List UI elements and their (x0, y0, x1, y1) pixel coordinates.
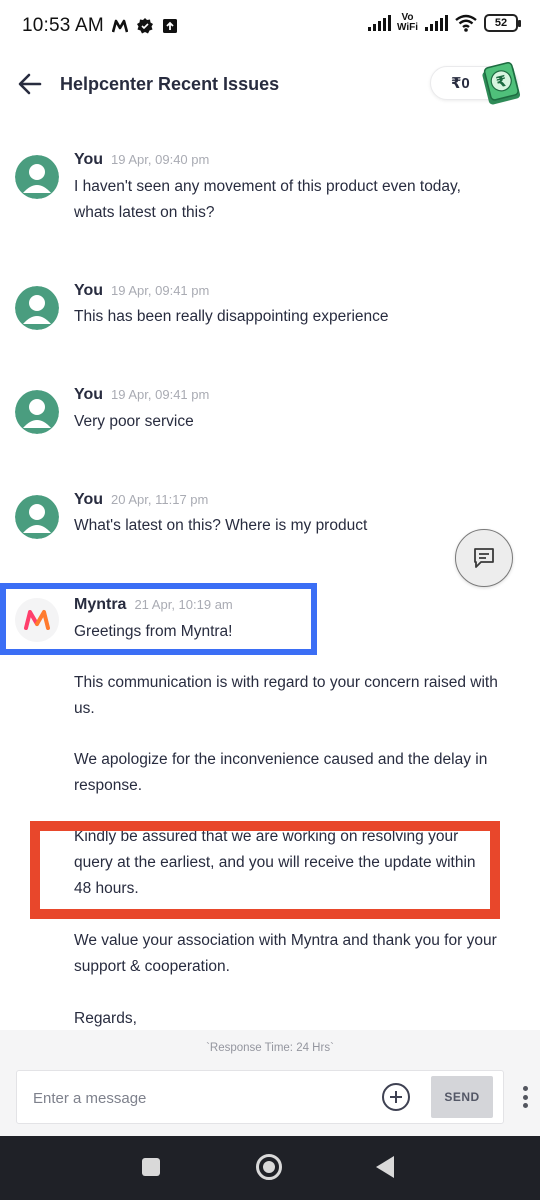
vowifi-label: Vo WiFi (396, 12, 418, 33)
message-composer: SEND (16, 1070, 504, 1125)
message-header: You 19 Apr, 09:41 pm (74, 282, 209, 300)
user-avatar-icon (15, 155, 59, 199)
user-avatar (15, 155, 59, 199)
message-time: 19 Apr, 09:41 pm (111, 387, 210, 402)
user-avatar (15, 390, 59, 434)
status-right-icons: Vo WiFi 52 (367, 12, 521, 33)
more-dot-icon (522, 1094, 528, 1100)
upload-icon (162, 19, 177, 33)
reply-header: Myntra 21 Apr, 10:19 am (74, 596, 233, 614)
message-text: This has been really disappointing exper… (74, 308, 389, 325)
plus-circle-icon (382, 1083, 410, 1111)
message-sender: You (74, 491, 104, 508)
signal-icon (367, 15, 391, 31)
more-options-button[interactable] (516, 1083, 534, 1111)
system-nav-bar (0, 1136, 540, 1200)
wifi-icon (455, 14, 477, 32)
status-bar: 10:53 AM Vo WiFi 52 (0, 0, 540, 52)
user-avatar (15, 495, 59, 539)
badge-icon (136, 18, 153, 34)
message-header: You 19 Apr, 09:41 pm (74, 386, 209, 404)
user-avatar (15, 286, 59, 330)
add-attachment-button[interactable] (381, 1082, 411, 1112)
back-button[interactable] (0, 56, 60, 112)
message-text: What's latest on this? Where is my produ… (74, 517, 368, 534)
more-dot-icon (522, 1086, 528, 1091)
message-time: 19 Apr, 09:40 pm (111, 152, 210, 167)
reply-paragraph: We apologize for the inconvenience cause… (74, 751, 488, 794)
reply-paragraph: This communication is with regard to you… (74, 674, 498, 717)
arrow-left-icon (18, 73, 42, 95)
message-input[interactable] (33, 1071, 373, 1125)
message-sender: You (74, 151, 104, 168)
notification-icons (111, 17, 178, 35)
myntra-m-icon (111, 19, 128, 33)
wallet-button[interactable]: ₹0 ₹ (430, 62, 521, 105)
message-sender: You (74, 282, 104, 299)
reply-paragraph: We value your association with Myntra an… (74, 932, 497, 975)
app-header: Helpcenter Recent Issues ₹0 ₹ (0, 56, 540, 112)
battery-indicator: 52 (484, 14, 521, 32)
myntra-logo-icon (15, 598, 59, 642)
user-avatar-icon (15, 286, 59, 330)
reply-greeting: Greetings from Myntra! (74, 623, 233, 640)
send-button[interactable]: SEND (431, 1076, 493, 1118)
more-dot-icon (522, 1103, 528, 1108)
myntra-avatar (15, 598, 59, 642)
user-avatar-icon (15, 495, 59, 539)
system-back-button[interactable] (376, 1156, 394, 1178)
reply-paragraph: Kindly be assured that we are working on… (74, 828, 476, 897)
message-header: You 19 Apr, 09:40 pm (74, 151, 209, 169)
chat-fab-button[interactable] (455, 529, 513, 587)
message-text: I haven't seen any movement of this prod… (74, 178, 461, 221)
message-text: Very poor service (74, 413, 194, 430)
message-header: You 20 Apr, 11:17 pm (74, 491, 208, 509)
signal-icon-2 (425, 15, 448, 31)
wallet-amount: ₹0 (451, 75, 470, 92)
rupee-cash-icon: ₹ (482, 62, 521, 105)
status-time: 10:53 AM (22, 15, 104, 36)
message-time: 19 Apr, 09:41 pm (111, 283, 210, 298)
user-avatar-icon (15, 390, 59, 434)
message-time: 20 Apr, 11:17 pm (111, 492, 209, 507)
recents-button[interactable] (142, 1158, 160, 1176)
reply-time: 21 Apr, 10:19 am (134, 597, 233, 612)
page-title: Helpcenter Recent Issues (60, 73, 280, 94)
chat-bubble-icon (474, 548, 494, 568)
response-time-note: `Response Time: 24 Hrs` (206, 1042, 334, 1054)
reply-paragraph: Regards, (74, 1010, 137, 1027)
message-sender: You (74, 386, 104, 403)
home-button[interactable] (256, 1154, 282, 1180)
reply-sender: Myntra (74, 596, 127, 613)
